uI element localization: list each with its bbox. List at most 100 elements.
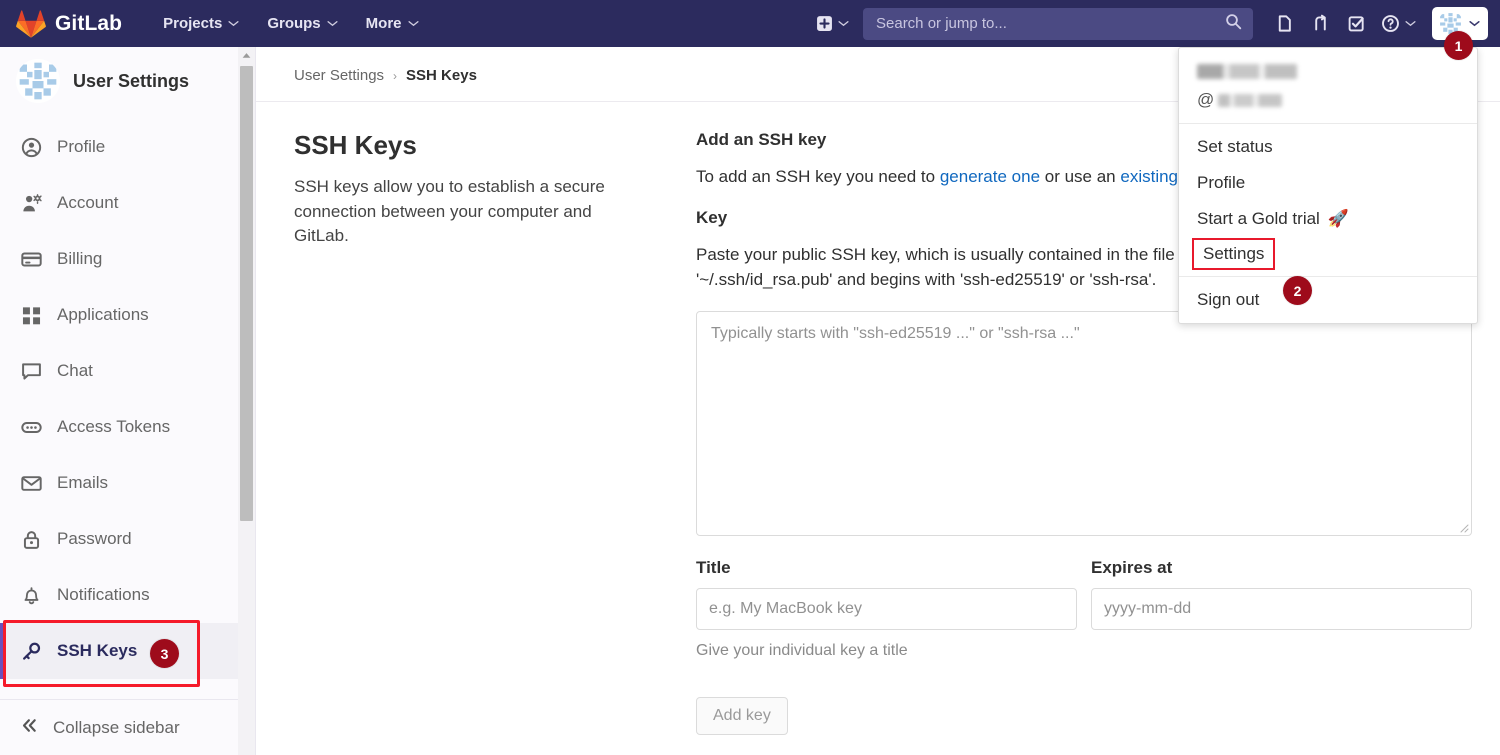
nav-item-more[interactable]: More <box>357 8 428 39</box>
sidebar-item-access-tokens[interactable]: Access Tokens <box>0 399 255 455</box>
add-key-button[interactable]: Add key <box>696 696 788 735</box>
sidebar-item-applications[interactable]: Applications <box>0 287 255 343</box>
sidebar-item-ssh-keys[interactable]: SSH Keys <box>0 623 255 679</box>
title-field-label: Title <box>696 557 731 577</box>
nav-item-groups-label: Groups <box>267 15 321 32</box>
gitlab-fox-logo-icon <box>16 9 46 38</box>
chevron-down-icon <box>1469 21 1480 27</box>
user-handle: @ <box>1197 90 1459 110</box>
menu-item-set-status-label: Set status <box>1197 137 1273 156</box>
menu-item-sign-out[interactable]: Sign out <box>1179 282 1477 318</box>
menu-item-profile-label: Profile <box>1197 173 1246 192</box>
plus-square-icon <box>817 16 832 31</box>
sidebar-scrollbar[interactable] <box>238 47 255 755</box>
search-icon <box>1225 13 1242 35</box>
user-settings-sidebar: User Settings Profile Account Billing Ap… <box>0 47 256 755</box>
create-new-button[interactable] <box>810 7 855 41</box>
help-button[interactable] <box>1375 7 1422 41</box>
gitlab-home-link[interactable]: GitLab <box>16 0 122 47</box>
form-intro-middle: or use an <box>1040 167 1121 186</box>
title-input[interactable] <box>696 587 1077 630</box>
user-display-name-redacted <box>1197 64 1297 79</box>
annotation-badge-1: 1 <box>1444 31 1473 60</box>
key-textarea-wrapper <box>696 310 1472 536</box>
sidebar-item-chat[interactable]: Chat <box>0 343 255 399</box>
search-input[interactable] <box>874 14 1242 33</box>
sidebar-item-chat-label: Chat <box>57 361 93 380</box>
nav-links: Projects Groups More <box>154 8 427 39</box>
menu-item-settings-row: Settings <box>1179 237 1477 271</box>
sidebar-item-ssh-keys-label: SSH Keys <box>57 641 138 660</box>
chevron-down-icon <box>1405 21 1416 27</box>
sidebar-item-billing[interactable]: Billing <box>0 231 255 287</box>
sidebar-item-notifications-label: Notifications <box>57 585 150 604</box>
menu-item-gold-trial-label: Start a Gold trial <box>1197 209 1320 228</box>
sidebar-item-emails[interactable]: Emails <box>0 455 255 511</box>
sidebar-item-applications-label: Applications <box>57 305 149 324</box>
expires-field-label: Expires at <box>1091 557 1173 577</box>
sidebar-item-notifications[interactable]: Notifications <box>0 567 255 623</box>
sidebar-nav: Profile Account Billing Applications Cha <box>0 115 255 679</box>
sidebar-item-account[interactable]: Account <box>0 175 255 231</box>
menu-item-settings[interactable]: Settings <box>1191 238 1276 270</box>
sidebar-header[interactable]: User Settings <box>0 47 255 115</box>
credit-card-icon <box>20 248 42 270</box>
todos-icon[interactable] <box>1339 7 1373 41</box>
annotation-badge-3: 3 <box>150 639 179 668</box>
menu-item-gold-trial[interactable]: Start a Gold trial 🚀 <box>1179 201 1477 237</box>
chat-bubble-icon <box>20 360 42 382</box>
nav-item-projects[interactable]: Projects <box>154 8 248 39</box>
account-gear-icon <box>20 192 42 214</box>
expires-field-group: Expires at <box>1091 558 1472 660</box>
username-redacted <box>1218 93 1283 107</box>
sidebar-title: User Settings <box>73 70 190 91</box>
breadcrumb-parent[interactable]: User Settings <box>294 67 384 84</box>
sidebar-scrollbar-thumb[interactable] <box>240 66 253 521</box>
collapse-sidebar-label: Collapse sidebar <box>53 717 180 737</box>
page-title: SSH Keys <box>294 130 417 160</box>
chevron-down-icon <box>838 21 849 27</box>
rocket-emoji-icon: 🚀 <box>1327 209 1349 228</box>
sidebar-item-password-label: Password <box>57 529 132 548</box>
menu-item-profile[interactable]: Profile <box>1179 165 1477 201</box>
user-menu-group-main: Set status Profile Start a Gold trial 🚀 … <box>1179 124 1477 277</box>
envelope-icon <box>20 472 42 494</box>
nav-item-more-label: More <box>365 15 402 32</box>
key-help-line1: Paste your public SSH key, which is usua… <box>696 244 1175 264</box>
ssh-key-textarea[interactable] <box>696 310 1472 536</box>
issues-icon[interactable] <box>1267 7 1301 41</box>
annotation-badge-2: 2 <box>1283 276 1312 305</box>
scroll-up-arrow-icon[interactable] <box>238 47 255 64</box>
navbar-right-actions <box>810 0 1500 47</box>
chevron-down-icon <box>228 21 239 27</box>
token-pill-icon <box>20 416 42 438</box>
chevron-down-icon <box>327 21 338 27</box>
global-search[interactable] <box>863 7 1253 40</box>
nav-item-groups[interactable]: Groups <box>258 8 346 39</box>
sidebar-item-profile[interactable]: Profile <box>0 119 255 175</box>
top-navbar: GitLab Projects Groups More <box>0 0 1500 47</box>
key-help-line2: '~/.ssh/id_rsa.pub' and begins with 'ssh… <box>696 270 1157 289</box>
breadcrumb-separator-icon: › <box>393 68 398 83</box>
nav-item-projects-label: Projects <box>163 15 223 32</box>
user-circle-icon <box>20 136 42 158</box>
breadcrumb-current[interactable]: SSH Keys <box>406 67 477 84</box>
menu-item-set-status[interactable]: Set status <box>1179 129 1477 165</box>
form-intro-prefix: To add an SSH key you need to <box>696 167 940 186</box>
sidebar-item-password[interactable]: Password <box>0 511 255 567</box>
title-field-help: Give your individual key a title <box>696 641 908 659</box>
sidebar-item-billing-label: Billing <box>57 249 103 268</box>
bell-icon <box>20 584 42 606</box>
page-description: SSH keys allow you to establish a secure… <box>294 177 605 246</box>
chevron-down-icon <box>407 21 419 27</box>
double-chevron-left-icon <box>20 716 39 740</box>
sidebar-item-account-label: Account <box>57 193 119 212</box>
collapse-sidebar-button[interactable]: Collapse sidebar <box>0 699 255 755</box>
key-icon <box>20 640 42 662</box>
generate-one-link[interactable]: generate one <box>940 167 1040 186</box>
merge-requests-icon[interactable] <box>1303 7 1337 41</box>
help-icon <box>1382 15 1399 32</box>
title-field-group: Title Give your individual key a title <box>696 558 1077 660</box>
expires-at-input[interactable] <box>1091 587 1472 630</box>
sidebar-item-access-tokens-label: Access Tokens <box>57 417 171 436</box>
